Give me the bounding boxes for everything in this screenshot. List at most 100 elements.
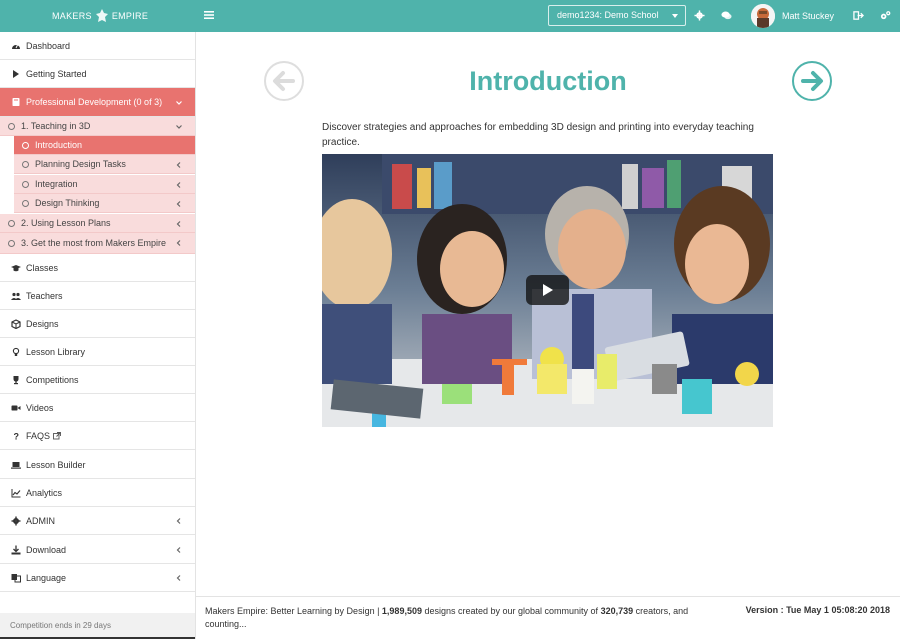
pd-item-introduction[interactable]: Introduction bbox=[14, 136, 195, 155]
circle-icon bbox=[22, 199, 29, 207]
arrow-right-icon bbox=[801, 71, 823, 91]
previous-button[interactable] bbox=[264, 61, 304, 101]
footer-stats: Makers Empire: Better Learning by Design… bbox=[205, 606, 689, 629]
chevron-left-icon bbox=[176, 182, 181, 188]
pd-item-get-the-most[interactable]: 3. Get the most from Makers Empire bbox=[0, 233, 195, 254]
circle-icon bbox=[8, 239, 15, 247]
book-icon bbox=[12, 98, 20, 106]
sidebar-item-label: Videos bbox=[26, 402, 54, 413]
pd-item-using-lesson-plans[interactable]: 2. Using Lesson Plans bbox=[0, 214, 195, 233]
chevron-left-icon bbox=[176, 162, 181, 168]
school-select[interactable]: demo1234: Demo School bbox=[548, 5, 686, 26]
footer: Makers Empire: Better Learning by Design… bbox=[196, 596, 900, 639]
version-value: Tue May 1 05:08:20 2018 bbox=[786, 605, 890, 615]
sidebar-item-label: FAQS bbox=[26, 430, 51, 441]
sidebar-item-lesson-builder[interactable]: Lesson Builder bbox=[0, 451, 195, 479]
pd-item-integration[interactable]: Integration bbox=[14, 175, 195, 194]
play-button[interactable] bbox=[526, 275, 569, 305]
page-title: Introduction bbox=[469, 66, 627, 96]
svg-text:?: ? bbox=[14, 431, 20, 441]
line-chart-icon bbox=[11, 488, 21, 497]
footer-text-mid: designs created by our global community … bbox=[421, 606, 601, 616]
sidebar-item-teachers[interactable]: Teachers bbox=[0, 282, 195, 310]
chevron-left-icon bbox=[176, 240, 181, 246]
footer-brand: Makers Empire: Better Learning by Design bbox=[205, 606, 375, 616]
logo-text-makers: MAKERS bbox=[52, 11, 92, 21]
pd-item-label: Integration bbox=[35, 179, 78, 189]
pd-item-label: 2. Using Lesson Plans bbox=[21, 218, 111, 228]
pd-item-design-thinking[interactable]: Design Thinking bbox=[14, 194, 195, 213]
makers-empire-logo[interactable]: MAKERS EMPIRE bbox=[52, 9, 148, 23]
tachometer-icon bbox=[12, 43, 20, 49]
graduation-cap-icon bbox=[11, 264, 21, 271]
chevron-left-icon bbox=[176, 575, 181, 581]
logo-text-empire: EMPIRE bbox=[111, 11, 149, 21]
cube-icon bbox=[11, 318, 21, 329]
sidebar-item-analytics[interactable]: Analytics bbox=[0, 479, 195, 507]
circle-icon bbox=[22, 180, 29, 188]
avatar[interactable] bbox=[751, 4, 775, 28]
play-icon bbox=[13, 69, 19, 78]
sidebar-item-label: Classes bbox=[26, 262, 59, 273]
play-icon bbox=[543, 284, 553, 296]
lesson-description: Discover strategies and approaches for e… bbox=[322, 122, 754, 148]
chevron-down-icon bbox=[176, 101, 182, 105]
video-player[interactable] bbox=[322, 154, 773, 427]
creators-count: 320,739 bbox=[600, 606, 634, 616]
sidebar-item-label: Competitions bbox=[26, 374, 79, 385]
sidebar-item-videos[interactable]: Videos bbox=[0, 394, 195, 422]
sidebar-item-label: Teachers bbox=[26, 290, 63, 301]
circle-icon bbox=[22, 160, 29, 168]
arrow-left-icon bbox=[273, 71, 295, 91]
top-bar: MAKERS EMPIRE demo1234: Demo School Matt… bbox=[0, 0, 900, 32]
sidebar-item-label: Lesson Library bbox=[26, 346, 86, 357]
sidebar-item-download[interactable]: Download bbox=[0, 536, 195, 564]
pd-item-teaching-in-3d[interactable]: 1. Teaching in 3D bbox=[0, 117, 195, 136]
video-camera-icon bbox=[11, 405, 21, 410]
chevron-down-icon bbox=[672, 14, 678, 18]
sign-out-icon[interactable] bbox=[853, 10, 864, 21]
sidebar-item-professional-development[interactable]: Professional Development (0 of 3) bbox=[0, 88, 195, 117]
chevron-left-icon bbox=[176, 518, 181, 524]
users-icon bbox=[11, 292, 21, 300]
sidebar-item-label: Designs bbox=[26, 318, 59, 329]
sidebar-item-label: Dashboard bbox=[26, 40, 71, 51]
pd-item-label: 1. Teaching in 3D bbox=[21, 121, 91, 131]
logo-crown-icon bbox=[95, 9, 108, 22]
competition-notice: Competition ends in 29 days bbox=[0, 613, 195, 639]
cog-icon bbox=[11, 516, 21, 525]
sidebar: Dashboard Getting Started Professional D… bbox=[0, 32, 196, 639]
chat-icon[interactable] bbox=[721, 10, 732, 21]
sidebar-item-dashboard[interactable]: Dashboard bbox=[0, 32, 195, 60]
chevron-left-icon bbox=[176, 221, 181, 227]
pd-item-planning-design-tasks[interactable]: Planning Design Tasks bbox=[14, 155, 195, 174]
school-select-value: demo1234: Demo School bbox=[557, 10, 659, 20]
sidebar-item-label: Getting Started bbox=[26, 68, 87, 79]
sidebar-item-admin[interactable]: ADMIN bbox=[0, 507, 195, 535]
chevron-down-icon bbox=[176, 125, 182, 129]
menu-icon[interactable] bbox=[203, 9, 215, 21]
external-link-icon bbox=[53, 431, 61, 439]
main-content: Introduction Discover strategies and app… bbox=[196, 32, 900, 596]
gear-icon[interactable] bbox=[694, 10, 705, 21]
sidebar-item-lesson-library[interactable]: Lesson Library bbox=[0, 338, 195, 366]
pd-item-label: Design Thinking bbox=[35, 198, 100, 208]
cogs-icon[interactable] bbox=[880, 10, 891, 21]
user-name[interactable]: Matt Stuckey bbox=[782, 11, 834, 21]
sidebar-item-label: Download bbox=[26, 544, 67, 555]
circle-icon bbox=[8, 219, 15, 227]
avatar-image bbox=[751, 4, 775, 28]
lightbulb-icon bbox=[12, 347, 20, 356]
next-button[interactable] bbox=[792, 61, 832, 101]
sidebar-item-classes[interactable]: Classes bbox=[0, 254, 195, 282]
sidebar-item-faqs[interactable]: ? FAQS bbox=[0, 422, 195, 450]
download-icon bbox=[11, 545, 21, 554]
sidebar-item-label: Professional Development (0 of 3) bbox=[26, 97, 163, 107]
question-icon: ? bbox=[14, 431, 20, 441]
sidebar-item-designs[interactable]: Designs bbox=[0, 310, 195, 338]
sidebar-item-getting-started[interactable]: Getting Started bbox=[0, 60, 195, 88]
sidebar-item-competitions[interactable]: Competitions bbox=[0, 366, 195, 394]
trophy-icon bbox=[13, 375, 19, 384]
version-info: Version : Tue May 1 05:08:20 2018 bbox=[746, 605, 890, 615]
sidebar-item-language[interactable]: Language bbox=[0, 564, 195, 592]
